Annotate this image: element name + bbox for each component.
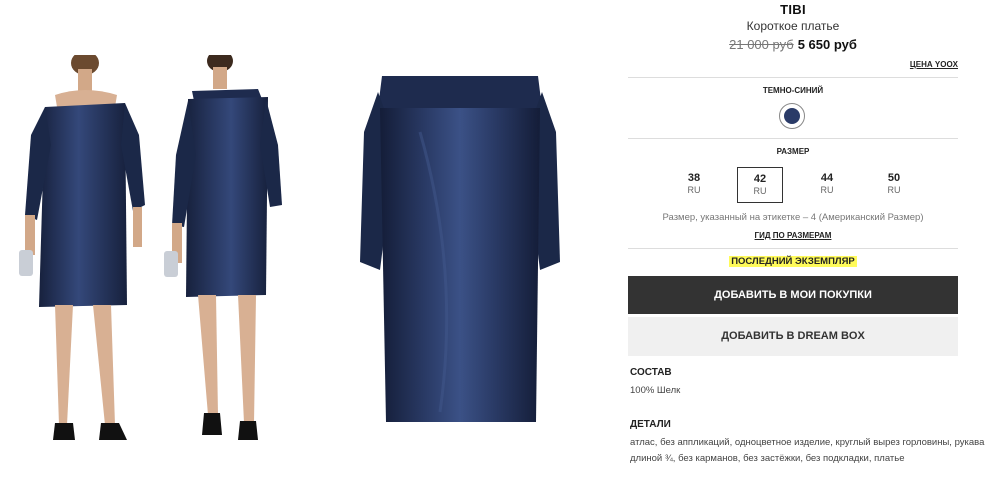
color-swatch-selected[interactable] <box>779 103 805 129</box>
size-note: Размер, указанный на этикетке – 4 (Амери… <box>662 212 924 223</box>
size-system: RU <box>820 185 834 195</box>
brand-name[interactable]: TIBI <box>628 2 958 17</box>
size-value: 50 <box>887 172 901 184</box>
size-value: 44 <box>820 172 834 184</box>
last-item-badge: ПОСЛЕДНИЙ ЭКЗЕМПЛЯР <box>628 256 958 267</box>
size-option-44[interactable]: 44 RU <box>804 167 850 203</box>
details-text: атлас, без аппликаций, одноцветное издел… <box>630 437 985 464</box>
color-swatch-dot <box>784 108 800 124</box>
size-system: RU <box>887 185 901 195</box>
size-option-38[interactable]: 38 RU <box>671 167 717 203</box>
model-front-photo[interactable] <box>15 51 145 450</box>
details-title: ДЕТАЛИ <box>630 419 671 430</box>
add-to-dreambox-button[interactable]: ДОБАВИТЬ В DREAM BOX <box>628 317 958 356</box>
price-block: 21 000 руб 5 650 руб <box>628 37 958 52</box>
divider <box>628 248 958 249</box>
model-side-photo[interactable] <box>158 50 288 450</box>
color-label: ТЕМНО-СИНИЙ <box>762 86 824 95</box>
size-system: RU <box>687 185 701 195</box>
old-price: 21 000 руб <box>729 37 794 52</box>
add-to-cart-button[interactable]: ДОБАВИТЬ В МОИ ПОКУПКИ <box>628 276 958 314</box>
last-item-text: ПОСЛЕДНИЙ ЭКЗЕМПЛЯР <box>729 256 857 267</box>
size-label: РАЗМЕР <box>776 147 810 156</box>
product-type: Короткое платье <box>746 19 840 33</box>
divider <box>628 138 958 139</box>
composition-text: 100% Шелк <box>630 385 681 396</box>
size-option-50[interactable]: 50 RU <box>871 167 917 203</box>
product-flat-photo[interactable] <box>360 72 560 427</box>
composition-title: СОСТАВ <box>630 367 672 378</box>
size-guide-link[interactable]: ГИД ПО РАЗМЕРАМ <box>628 231 958 240</box>
size-system: RU <box>753 186 767 196</box>
divider <box>628 77 958 78</box>
yoox-price-link[interactable]: ЦЕНА YOOX <box>910 60 958 69</box>
size-option-42[interactable]: 42 RU <box>737 167 783 203</box>
current-price: 5 650 руб <box>797 37 857 52</box>
size-value: 42 <box>753 173 767 185</box>
size-value: 38 <box>687 172 701 184</box>
